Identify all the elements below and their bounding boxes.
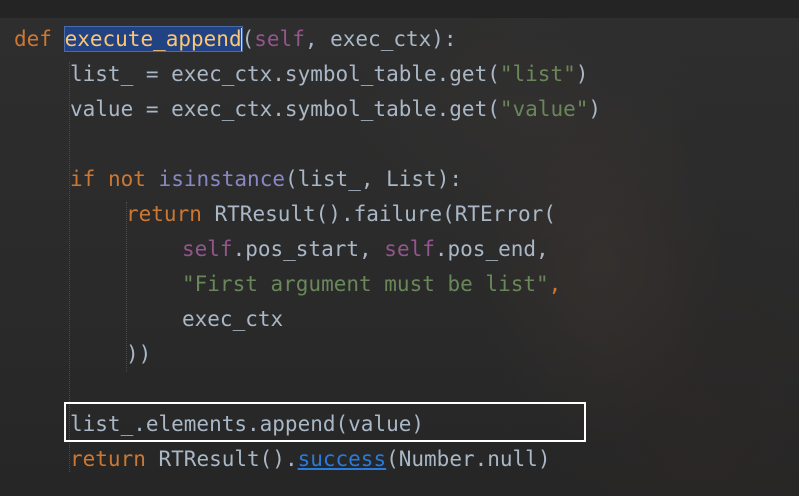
error-message-string: "First argument must be list" [182,272,549,296]
assign-value: value = exec_ctx.symbol_table.get( [70,97,500,121]
code-line-5: if not isinstance(list_, List): [70,164,462,194]
code-line-2: list_ = exec_ctx.symbol_table.get("list"… [70,59,588,89]
pos-end: .pos_end, [434,237,549,261]
assign-list: list_ = exec_ctx.symbol_table.get( [70,62,500,86]
function-name-selected[interactable]: execute_append [63,26,243,52]
comma: , [548,272,562,296]
keyword-return: return [70,447,146,471]
code-line-7: self.pos_start, self.pos_end, [182,234,549,264]
rtresult-call: RTResult(). [158,447,298,471]
close-paren: ) [588,97,602,121]
highlight-box [64,402,586,442]
paren: ( [241,27,255,51]
string-value: "value" [499,97,589,121]
self-param: self [254,27,305,51]
pos-start: .pos_start, [232,237,385,261]
code-editor[interactable]: def execute_append(self, exec_ctx): list… [0,0,799,496]
isinstance-args: (list_, List): [284,167,462,191]
params-rest: , exec_ctx): [304,27,457,51]
keyword-return: return [126,202,202,226]
keyword-def: def [14,27,52,51]
string-list: "list" [499,62,576,86]
keyword-not: not [107,167,146,191]
keyword-if: if [70,167,96,191]
code-line-1: def execute_append(self, exec_ctx): [14,24,457,54]
failure-call: RTResult().failure(RTError( [214,202,556,226]
code-line-9: exec_ctx [182,307,284,331]
close-paren: ) [575,62,589,86]
code-line-8: "First argument must be list", [182,269,561,299]
code-line-3: value = exec_ctx.symbol_table.get("value… [70,94,601,124]
builtin-isinstance: isinstance [158,167,285,191]
code-line-13: return RTResult().success(Number.null) [70,444,550,474]
self-ref: self [182,237,233,261]
success-method-link[interactable]: success [298,447,387,471]
code-line-6: return RTResult().failure(RTError( [126,199,556,229]
code-line-10: )) [126,342,152,366]
self-ref: self [384,237,435,261]
number-null-arg: (Number.null) [386,447,551,471]
